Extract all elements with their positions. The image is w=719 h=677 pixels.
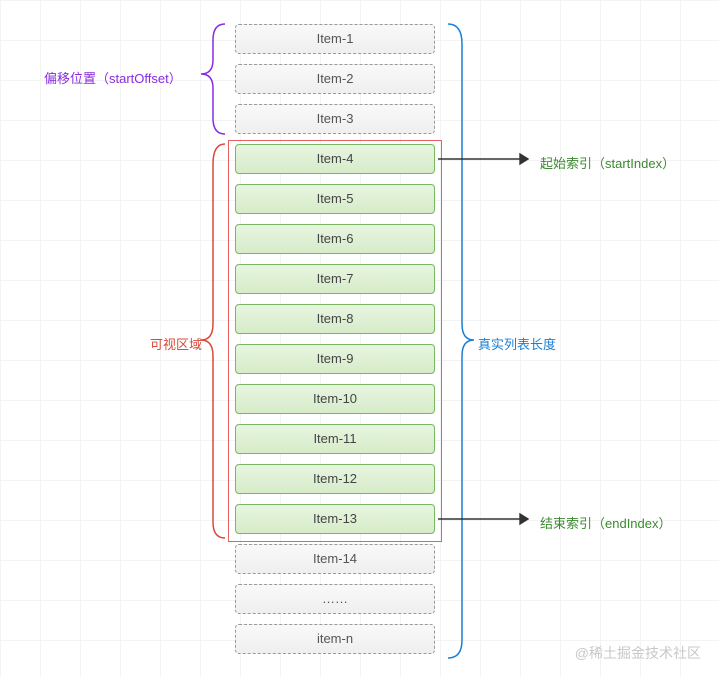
diagram-stage: Item-1 Item-2 Item-3 Item-4 Item-5 Item-… — [0, 0, 719, 677]
end-index-label: 结束索引（endIndex） — [540, 513, 672, 532]
list-item: Item-1 — [235, 24, 435, 54]
end-index-arrow — [438, 514, 528, 524]
start-index-label: 起始索引（startIndex） — [540, 153, 675, 172]
offset-label: 偏移位置（startOffset） — [44, 68, 182, 87]
list-item: Item-14 — [235, 544, 435, 574]
visible-brace — [201, 144, 225, 538]
offset-brace — [201, 24, 225, 134]
list-item-n: item-n — [235, 624, 435, 654]
list-item-ellipsis: …… — [235, 584, 435, 614]
start-index-arrow — [438, 154, 528, 164]
viewport-box — [228, 140, 442, 542]
full-length-label: 真实列表长度 — [478, 334, 556, 353]
visible-area-label: 可视区域 — [150, 334, 202, 353]
full-length-brace — [448, 24, 474, 658]
list-item: Item-3 — [235, 104, 435, 134]
list-item: Item-2 — [235, 64, 435, 94]
watermark: @稀土掘金技术社区 — [575, 643, 701, 663]
